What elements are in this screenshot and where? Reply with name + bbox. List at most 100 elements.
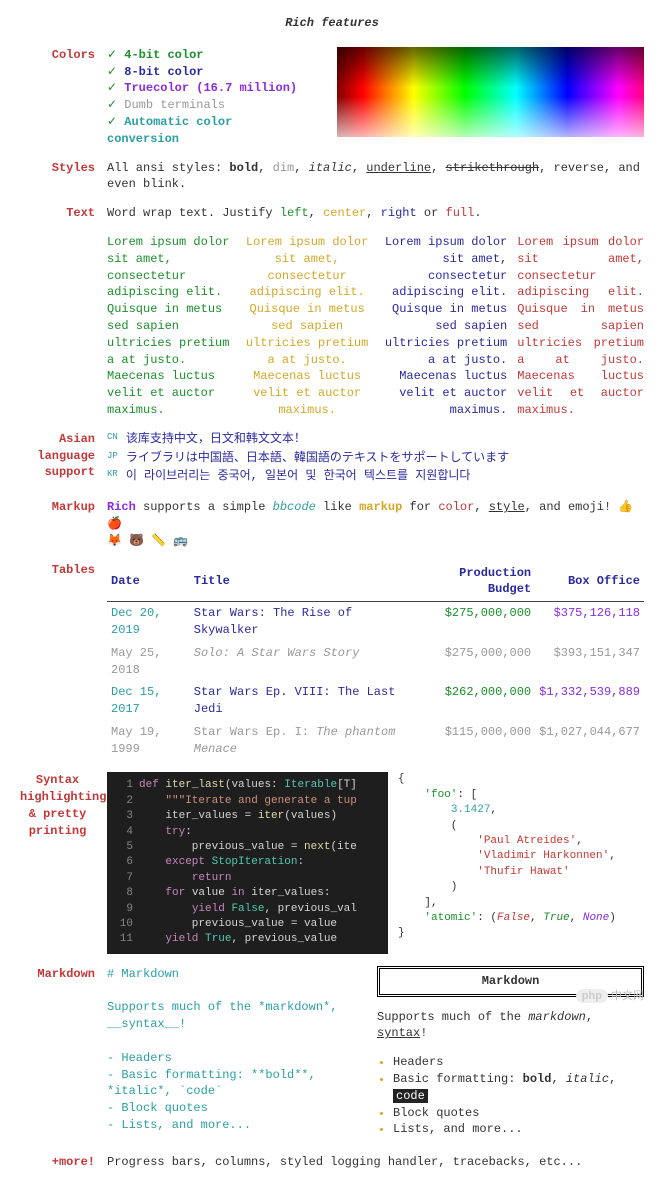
label-markup: Markup bbox=[20, 499, 95, 549]
cell-date: Dec 20, 2019 bbox=[107, 602, 190, 642]
pp-foo: 'foo' bbox=[424, 789, 457, 801]
pp-s2: 'Vladimir Harkonnen' bbox=[477, 850, 609, 862]
markup-rich: Rich bbox=[107, 500, 136, 514]
colors-item: ✓ 8-bit color bbox=[107, 64, 297, 81]
md-paragraph: Supports much of the markdown, syntax! bbox=[377, 1009, 644, 1043]
code-line: 5 previous_value = next(ite bbox=[115, 840, 380, 855]
section-asian: Asian language support CN 该库支持中文，日文和韩文文本… bbox=[20, 431, 644, 487]
cell-date: May 25, 2018 bbox=[107, 642, 190, 682]
t-left: left bbox=[280, 206, 309, 220]
th-date: Date bbox=[107, 562, 190, 602]
check-icon: ✓ bbox=[107, 81, 117, 95]
line-number: 11 bbox=[115, 932, 133, 947]
colors-item-text: Automatic color conversion bbox=[107, 115, 232, 146]
mdp1: markdown bbox=[528, 1010, 586, 1024]
m4: , bbox=[474, 500, 488, 514]
lorem-full: Lorem ipsum dolor sit amet, consectetur … bbox=[517, 234, 644, 419]
markup-color: color bbox=[438, 500, 474, 514]
cell-title: Star Wars Ep. VIII: The Last Jedi bbox=[190, 681, 412, 721]
color-spectrum bbox=[337, 47, 644, 137]
section-more: +more! Progress bars, columns, styled lo… bbox=[20, 1154, 644, 1171]
code-block: 1def iter_last(values: Iterable[T]2 """I… bbox=[107, 772, 388, 953]
colors-item-text: 4-bit color bbox=[124, 48, 203, 62]
label-asian: Asian language support bbox=[20, 431, 95, 487]
section-text: Text Word wrap text. Justify left, cente… bbox=[20, 205, 644, 222]
code-line: 11 yield True, previous_value bbox=[115, 932, 380, 947]
cell-date: May 19, 1999 bbox=[107, 721, 190, 761]
cell-box: $375,126,118 bbox=[535, 602, 644, 642]
check-icon: ✓ bbox=[107, 48, 117, 62]
cell-budget: $115,000,000 bbox=[412, 721, 535, 761]
section-lorem: Lorem ipsum dolor sit amet, consectetur … bbox=[20, 234, 644, 419]
asian-row: CN 该库支持中文，日文和韩文文本！ bbox=[107, 431, 644, 448]
label-more: +more! bbox=[20, 1154, 95, 1171]
asian-row: JP ライブラリは中国語、日本語、韓国語のテキストをサポートしています bbox=[107, 450, 644, 467]
colors-item: ✓ Truecolor (16.7 million) bbox=[107, 80, 297, 97]
table-row: Dec 15, 2017 Star Wars Ep. VIII: The Las… bbox=[107, 681, 644, 721]
section-syntax: Syntax highlighting & pretty printing 1d… bbox=[20, 772, 644, 953]
movies-table: Date Title Production Budget Box Office … bbox=[107, 562, 644, 761]
t0: Word wrap text. Justify bbox=[107, 206, 280, 220]
code-line: 4 try: bbox=[115, 825, 380, 840]
asian-text: 该库支持中文，日文和韩文文本！ bbox=[126, 431, 306, 448]
pp-atomic: 'atomic' bbox=[424, 912, 477, 924]
more-text: Progress bars, columns, styled logging h… bbox=[107, 1154, 644, 1171]
pp-true: True bbox=[543, 912, 569, 924]
markup-emoji: 🦊 🐻 📏 🚌 bbox=[107, 534, 188, 548]
lorem-right: Lorem ipsum dolor sit amet, consectetur … bbox=[381, 234, 508, 419]
pretty-print: { 'foo': [ 3.1427, ( 'Paul Atreides', 'V… bbox=[398, 772, 644, 953]
asian-text: ライブラリは中国語、日本語、韓国語のテキストをサポートしています bbox=[126, 450, 509, 467]
label-styles: Styles bbox=[20, 160, 95, 194]
pp-s1: 'Paul Atreides' bbox=[477, 835, 576, 847]
cell-budget: $275,000,000 bbox=[412, 602, 535, 642]
md-li4: Lists, and more... bbox=[393, 1121, 644, 1138]
pp-none: None bbox=[583, 912, 609, 924]
li2a: Basic formatting: bbox=[393, 1072, 523, 1086]
li2d: italic bbox=[566, 1072, 609, 1086]
label-colors: Colors bbox=[20, 47, 95, 148]
code-line: 2 """Iterate and generate a tup bbox=[115, 794, 380, 809]
watermark: php 中文网 bbox=[576, 989, 644, 1004]
colors-item-text: Truecolor (16.7 million) bbox=[124, 81, 297, 95]
th-title: Title bbox=[190, 562, 412, 602]
line-number: 5 bbox=[115, 840, 133, 855]
label-empty bbox=[20, 234, 95, 419]
th-box: Box Office bbox=[535, 562, 644, 602]
check-icon: ✓ bbox=[107, 98, 117, 112]
check-icon: ✓ bbox=[107, 115, 117, 129]
colors-item: ✓ 4-bit color bbox=[107, 47, 297, 64]
line-number: 7 bbox=[115, 871, 133, 886]
mdp0: Supports much of the bbox=[377, 1010, 528, 1024]
section-tables: Tables Date Title Production Budget Box … bbox=[20, 562, 644, 761]
colors-list: ✓ 4-bit color✓ 8-bit color✓ Truecolor (1… bbox=[107, 47, 297, 148]
pp-false: False bbox=[497, 912, 530, 924]
asian-content: CN 该库支持中文，日文和韩文文本！ JP ライブラリは中国語、日本語、韓国語のテ… bbox=[107, 431, 644, 487]
t-full: full bbox=[446, 206, 475, 220]
pp-num: 3.1427 bbox=[451, 804, 491, 816]
line-number: 6 bbox=[115, 855, 133, 870]
styles-reverse: reverse bbox=[554, 161, 604, 175]
styles-strike: strikethrough bbox=[446, 161, 540, 175]
t4: , bbox=[366, 206, 380, 220]
text-content: Word wrap text. Justify left, center, ri… bbox=[107, 205, 644, 222]
asian-tag: CN bbox=[107, 431, 118, 448]
md-list: Headers Basic formatting: bold, italic, … bbox=[377, 1054, 644, 1138]
md-li1: Headers bbox=[393, 1054, 644, 1071]
t2: , bbox=[309, 206, 323, 220]
section-colors: Colors ✓ 4-bit color✓ 8-bit color✓ Truec… bbox=[20, 47, 644, 148]
asian-tag: KR bbox=[107, 468, 118, 485]
asian-tag: JP bbox=[107, 450, 118, 467]
code-line: 1def iter_last(values: Iterable[T] bbox=[115, 778, 380, 793]
md-li3: Block quotes bbox=[393, 1105, 644, 1122]
markup-content: Rich supports a simple bbcode like marku… bbox=[107, 499, 644, 549]
watermark-cn: 中文网 bbox=[611, 990, 644, 1002]
table-row: May 25, 2018 Solo: A Star Wars Story $27… bbox=[107, 642, 644, 682]
li2f: code bbox=[393, 1089, 428, 1103]
pp-open: { bbox=[398, 773, 405, 785]
cell-box: $1,332,539,889 bbox=[535, 681, 644, 721]
table-row: Dec 20, 2019 Star Wars: The Rise of Skyw… bbox=[107, 602, 644, 642]
styles-underline: underline bbox=[366, 161, 431, 175]
li2e: , bbox=[609, 1072, 616, 1086]
cell-budget: $262,000,000 bbox=[412, 681, 535, 721]
styles-dim: dim bbox=[273, 161, 295, 175]
